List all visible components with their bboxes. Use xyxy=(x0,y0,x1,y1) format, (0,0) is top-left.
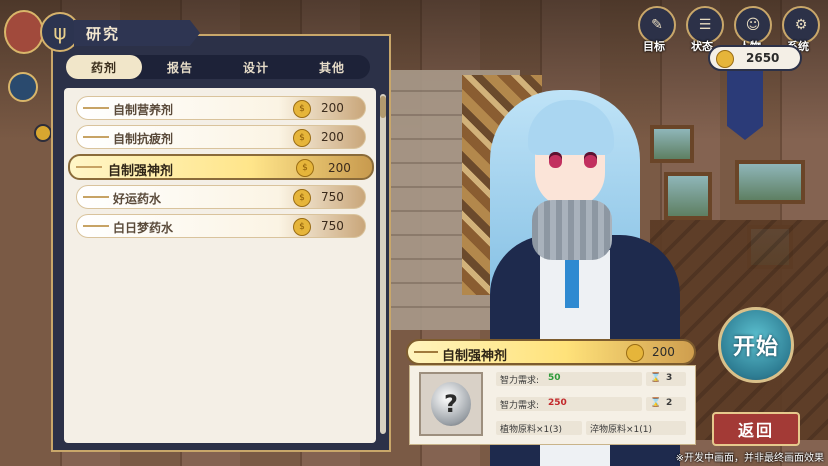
coin-icon xyxy=(626,344,644,362)
coin-icon: $ xyxy=(293,129,311,147)
recipe-name: 自制营养剂 xyxy=(113,103,174,117)
row-ornament xyxy=(83,107,109,109)
category-tabs: 药剂 报告 设计 其他 xyxy=(66,55,370,79)
start-button[interactable]: 开始 xyxy=(718,307,794,383)
material-label: 植物原料×1(3) xyxy=(500,425,563,435)
recipe-price: 750 xyxy=(321,219,344,233)
recipe-row-selected[interactable]: 自制强神剂 $ 200 xyxy=(68,154,374,180)
coin-icon xyxy=(716,50,734,68)
requirement-value: 50 xyxy=(548,373,561,383)
page-title: 研究 xyxy=(74,20,200,46)
recipe-price: 200 xyxy=(321,101,344,115)
character-scarf xyxy=(532,200,612,260)
recipe-price: 200 xyxy=(321,130,344,144)
row-ornament xyxy=(76,166,102,168)
hourglass-icon: ⌛ xyxy=(650,373,662,383)
recipe-row[interactable]: 好运药水 $ 750 xyxy=(76,185,366,209)
character-eye xyxy=(584,152,597,168)
wall-banner xyxy=(727,70,763,140)
tab-potion[interactable]: 药剂 xyxy=(66,55,142,79)
requirement-label: 智力需求: xyxy=(500,376,540,386)
row-ornament xyxy=(83,136,109,138)
requirement-label: 智力需求: xyxy=(500,401,540,411)
material-label: 淬物原料×1(1) xyxy=(590,425,653,435)
count-value: 2 xyxy=(666,398,673,408)
recipe-row[interactable]: 自制抗疲剂 $ 200 xyxy=(76,125,366,149)
character-eye xyxy=(549,152,562,168)
recipe-row[interactable]: 白日梦药水 $ 750 xyxy=(76,214,366,238)
recipe-name: 好运药水 xyxy=(113,192,162,206)
money-value: 2650 xyxy=(746,51,780,65)
row-ornament xyxy=(83,225,109,227)
row-ornament xyxy=(83,196,109,198)
coin-icon: $ xyxy=(296,159,314,177)
wall-painting xyxy=(650,125,694,163)
requirement-row: 智力需求: 250 xyxy=(496,397,642,411)
coin-icon: $ xyxy=(293,218,311,236)
detail-name: 自制强神剂 xyxy=(442,349,508,364)
tab-other[interactable]: 其他 xyxy=(294,55,370,79)
recipe-name: 自制抗疲剂 xyxy=(113,132,174,146)
coin-icon xyxy=(34,124,52,142)
menu-label-target[interactable]: 目标 xyxy=(643,38,665,54)
detail-price: 200 xyxy=(652,345,675,359)
recipe-price: 750 xyxy=(321,190,344,204)
dev-notice: ※开发中画面，并非最终画面效果 xyxy=(675,453,824,464)
row-ornament xyxy=(414,351,438,353)
material-row: 植物原料×1(3) xyxy=(496,421,582,435)
back-button[interactable]: 返回 xyxy=(712,412,800,446)
recipe-price: 200 xyxy=(328,161,351,175)
coin-icon: $ xyxy=(293,189,311,207)
requirement-count: ⌛ 3 xyxy=(646,372,686,386)
wall-painting xyxy=(664,172,712,220)
tab-design[interactable]: 设计 xyxy=(218,55,294,79)
flask-icon: ? xyxy=(431,382,471,426)
requirement-count: ⌛ 2 xyxy=(646,397,686,411)
money-display: 2650 xyxy=(708,45,802,71)
wall-painting xyxy=(735,160,805,204)
material-row: 淬物原料×1(1) xyxy=(586,421,686,435)
requirement-value: 250 xyxy=(548,398,567,408)
requirement-row: 智力需求: 50 xyxy=(496,372,642,386)
recipe-name: 自制强神剂 xyxy=(108,164,174,179)
list-scrollbar[interactable] xyxy=(380,94,386,434)
recipe-row[interactable]: 自制营养剂 $ 200 xyxy=(76,96,366,120)
side-avatar[interactable] xyxy=(4,10,44,54)
potion-unknown-icon: ? xyxy=(419,372,483,436)
detail-header: 自制强神剂 200 xyxy=(406,339,696,365)
tab-report[interactable]: 报告 xyxy=(142,55,218,79)
scrollbar-thumb[interactable] xyxy=(380,96,386,118)
count-value: 3 xyxy=(666,373,673,383)
coin-icon: $ xyxy=(293,100,311,118)
side-map-icon[interactable] xyxy=(8,72,38,102)
hourglass-icon: ⌛ xyxy=(650,398,662,408)
recipe-name: 白日梦药水 xyxy=(113,221,174,235)
